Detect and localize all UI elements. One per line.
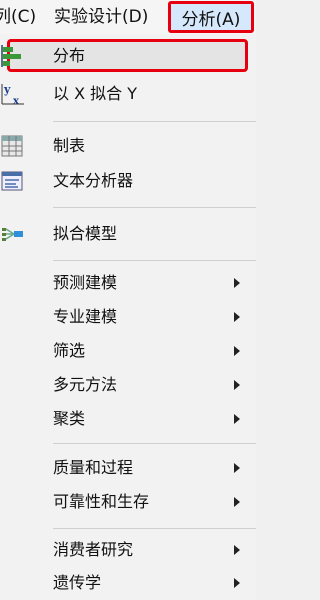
menu-item-distribution[interactable]: 分布 [0, 39, 256, 73]
menu-separator [53, 528, 256, 529]
menu-item-label: 预测建模 [53, 273, 118, 292]
submenu-arrow-icon [234, 414, 240, 424]
menu-item-text-explorer[interactable]: 文本分析器 [0, 164, 256, 198]
menu-item-label: 文本分析器 [53, 171, 134, 190]
menu-separator [53, 260, 256, 261]
menu-item-quality-and-process[interactable]: 质量和过程 [0, 451, 256, 485]
menu-item-consumer-research[interactable]: 消费者研究 [0, 533, 256, 567]
submenu-arrow-icon [234, 545, 240, 555]
menu-item-label: 聚类 [53, 409, 86, 428]
menu-item-label: 消费者研究 [53, 540, 134, 559]
fit-model-icon [0, 222, 26, 246]
menu-item-label: 拟合模型 [53, 224, 118, 243]
menu-item-predictive-modeling[interactable]: 预测建模 [0, 266, 256, 300]
menu-item-genetics[interactable]: 遗传学 [0, 566, 256, 600]
menu-columns[interactable]: 列(C) [0, 0, 36, 34]
menu-doe[interactable]: 实验设计(D) [54, 0, 148, 34]
menu-item-fit-model[interactable]: 拟合模型 [0, 217, 256, 251]
menu-item-label: 专业建模 [53, 307, 118, 326]
menu-separator [53, 207, 256, 208]
menu-item-fit-y-by-x[interactable]: y x 以 X 拟合 Y [0, 77, 256, 111]
menu-item-label: 分布 [53, 46, 86, 65]
fit-y-by-x-icon: y x [0, 82, 26, 107]
submenu-arrow-icon [234, 578, 240, 588]
submenu-arrow-icon [234, 463, 240, 473]
analyze-dropdown-menu: 分布 y x 以 X 拟合 Y 制表 文本分析器 拟合模型 预测建模 专业建模 … [0, 34, 256, 600]
menu-item-label: 可靠性和生存 [53, 492, 150, 511]
menu-item-label: 以 X 拟合 Y [53, 84, 137, 103]
menu-item-label: 制表 [53, 136, 86, 155]
submenu-arrow-icon [234, 312, 240, 322]
menu-item-label: 多元方法 [53, 375, 118, 394]
menu-separator [53, 443, 256, 444]
menu-item-multivariate-methods[interactable]: 多元方法 [0, 368, 256, 402]
menu-separator [53, 121, 256, 122]
menu-item-label: 筛选 [53, 341, 86, 360]
menu-item-reliability-and-survival[interactable]: 可靠性和生存 [0, 485, 256, 519]
menu-item-screening[interactable]: 筛选 [0, 334, 256, 368]
submenu-arrow-icon [234, 380, 240, 390]
text-explorer-icon [0, 169, 26, 193]
menu-item-clustering[interactable]: 聚类 [0, 402, 256, 436]
submenu-arrow-icon [234, 346, 240, 356]
submenu-arrow-icon [234, 497, 240, 507]
tabulate-icon [0, 134, 26, 158]
menu-item-specialized-modeling[interactable]: 专业建模 [0, 300, 256, 334]
menu-item-tabulate[interactable]: 制表 [0, 129, 256, 163]
submenu-arrow-icon [234, 278, 240, 288]
distribution-icon [0, 44, 26, 68]
menu-bar: 列(C) 实验设计(D) 分析(A) [0, 0, 256, 34]
menu-analyze[interactable]: 分析(A) [168, 1, 254, 33]
menu-item-label: 遗传学 [53, 573, 102, 592]
svg-text:y: y [3, 83, 11, 96]
menu-item-label: 质量和过程 [53, 458, 134, 477]
